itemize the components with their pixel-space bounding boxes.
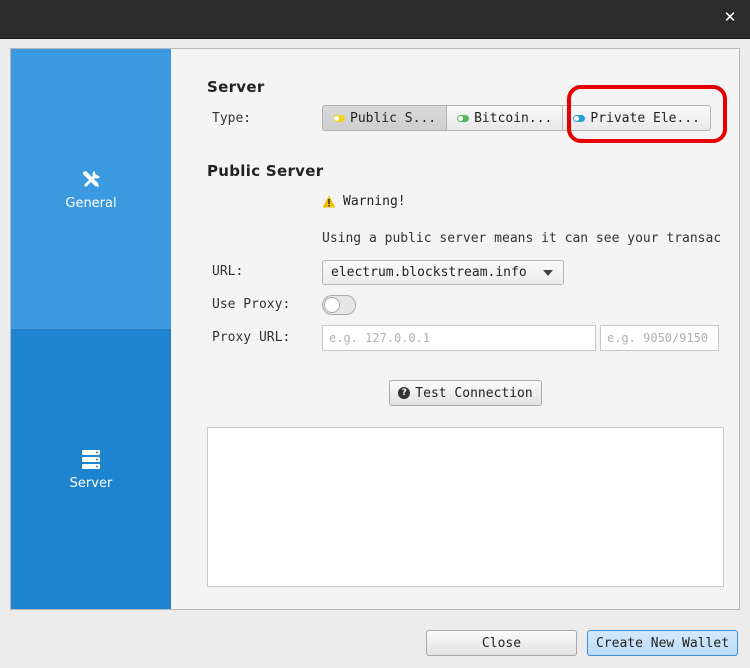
proxy-host-input[interactable] — [322, 325, 596, 351]
create-new-wallet-button[interactable]: Create New Wallet — [587, 630, 738, 656]
status-dot-icon — [457, 114, 470, 122]
sidebar-item-general[interactable]: General — [11, 49, 171, 330]
use-proxy-toggle[interactable] — [322, 295, 356, 315]
tools-icon — [83, 170, 100, 187]
sidebar: General Server — [11, 49, 171, 609]
warning-text: Using a public server means it can see y… — [322, 231, 720, 246]
chevron-down-icon — [543, 270, 553, 276]
connection-log[interactable] — [207, 427, 724, 587]
warning-row: Warning! — [322, 194, 406, 209]
sidebar-item-label: Server — [69, 476, 113, 491]
warning-title: Warning! — [343, 194, 406, 209]
sidebar-item-server[interactable]: Server — [11, 330, 171, 609]
test-connection-button[interactable]: ? Test Connection — [389, 380, 542, 406]
server-type-label: Public S... — [350, 110, 437, 126]
close-window-icon[interactable]: ✕ — [722, 9, 738, 25]
type-label: Type: — [212, 111, 252, 126]
url-select[interactable]: electrum.blockstream.info — [322, 260, 564, 285]
proxy-port-input[interactable] — [600, 325, 719, 351]
url-label: URL: — [212, 264, 244, 279]
server-type-bitcoin[interactable]: Bitcoin... — [447, 105, 564, 131]
server-settings-content: Server Type: Public S... Bitcoin... Priv… — [172, 49, 739, 609]
settings-panel: General Server Server Type: Public S... — [10, 48, 740, 610]
highlight-annotation — [567, 85, 727, 143]
sidebar-item-label: General — [65, 195, 117, 211]
status-dot-icon — [333, 114, 345, 122]
server-icon — [82, 450, 100, 469]
server-type-public[interactable]: Public S... — [322, 105, 448, 131]
warning-icon — [322, 195, 336, 208]
public-server-title: Public Server — [207, 162, 324, 180]
title-bar: ✕ — [0, 0, 750, 39]
help-icon: ? — [398, 387, 411, 399]
url-select-value: electrum.blockstream.info — [331, 265, 527, 280]
server-section-title: Server — [207, 78, 265, 96]
test-connection-label: Test Connection — [415, 385, 533, 401]
create-label: Create New Wallet — [595, 635, 730, 651]
close-label: Close — [481, 635, 522, 651]
use-proxy-label: Use Proxy: — [212, 297, 291, 312]
server-type-label: Bitcoin... — [474, 110, 553, 126]
close-button[interactable]: Close — [426, 630, 577, 656]
proxy-url-label: Proxy URL: — [212, 330, 291, 345]
toggle-knob — [324, 297, 340, 313]
